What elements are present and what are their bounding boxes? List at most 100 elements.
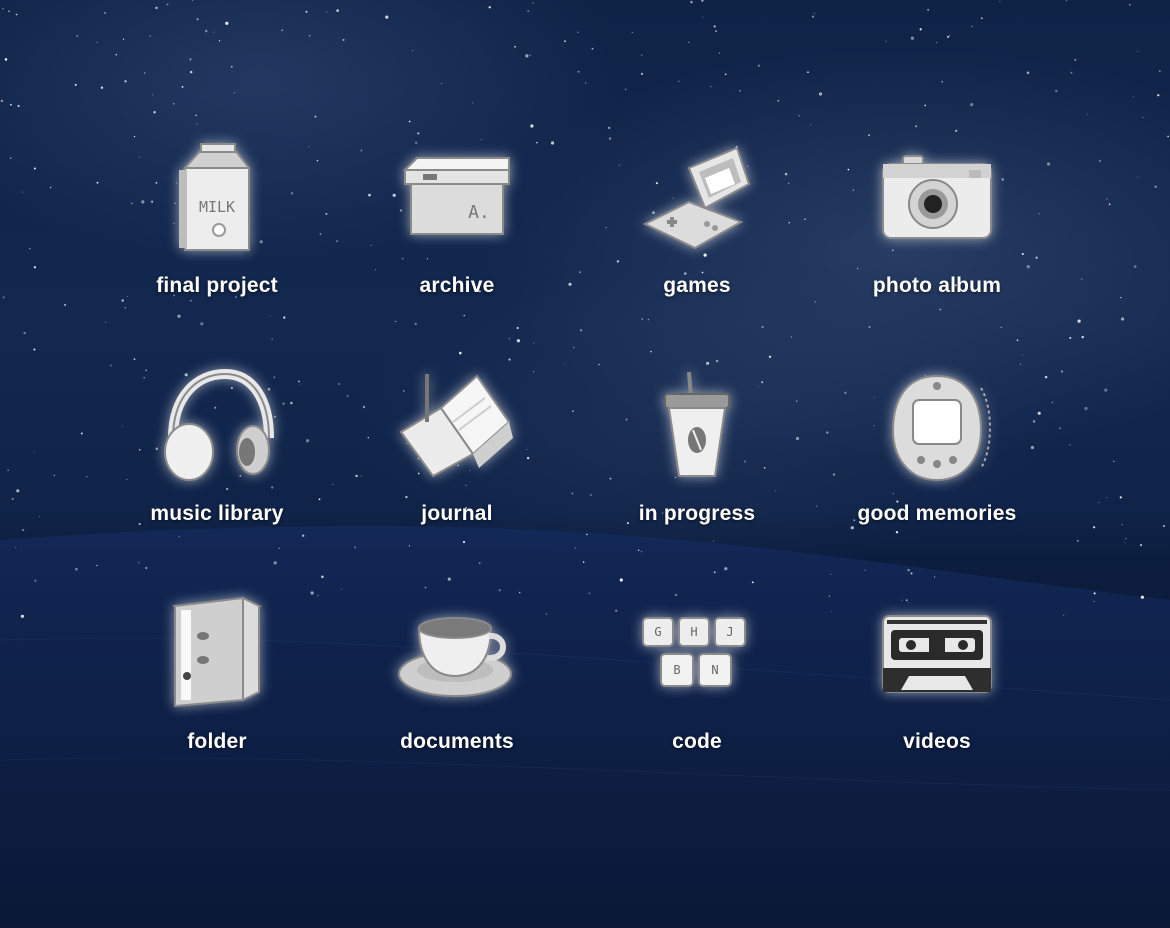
key-b-label: B [673, 663, 680, 677]
star [591, 47, 594, 50]
star [598, 363, 600, 366]
star [999, 0, 1001, 2]
star [933, 576, 936, 578]
star [86, 476, 88, 478]
star [234, 92, 236, 94]
star [1108, 203, 1111, 206]
star [941, 80, 943, 83]
star [314, 115, 317, 118]
desktop-item-videos[interactable]: videos [837, 596, 1037, 776]
star [459, 351, 462, 355]
desktop-item-journal[interactable]: journal [357, 368, 557, 548]
desktop-item-documents[interactable]: documents [357, 596, 557, 776]
desktop-item-music-library[interactable]: music library [117, 368, 317, 548]
star [815, 505, 818, 507]
star [568, 282, 572, 286]
star [1086, 114, 1088, 115]
star [508, 358, 511, 361]
star [1137, 50, 1139, 52]
star [1080, 278, 1083, 280]
star [804, 218, 806, 220]
star [412, 50, 414, 52]
star [33, 348, 36, 351]
star [530, 124, 534, 128]
desktop-item-games[interactable]: games [597, 140, 797, 320]
star [488, 6, 491, 9]
star [516, 327, 519, 329]
star [1077, 540, 1079, 542]
star [225, 21, 229, 25]
star [96, 41, 98, 44]
star [341, 588, 343, 590]
star [424, 586, 427, 589]
key-j-label: J [726, 625, 733, 639]
key-n-label: N [711, 663, 718, 677]
desktop-item-in-progress[interactable]: in progress [597, 368, 797, 548]
star [710, 85, 712, 88]
star [1167, 135, 1169, 138]
star [1139, 544, 1143, 547]
star [15, 547, 17, 549]
star [1092, 526, 1096, 529]
star [1055, 89, 1058, 93]
star [16, 489, 20, 493]
star [830, 573, 832, 575]
star [336, 9, 339, 12]
star [790, 336, 793, 338]
star [868, 134, 871, 137]
star [22, 191, 23, 193]
star [514, 45, 516, 48]
desktop-item-folder[interactable]: folder [117, 596, 317, 776]
star [122, 38, 125, 40]
star [573, 347, 575, 349]
desktop-item-archive[interactable]: A. archive [357, 140, 557, 320]
star [1106, 198, 1108, 200]
star [2, 7, 4, 10]
star [516, 339, 521, 343]
star [1037, 411, 1041, 415]
star [936, 41, 938, 43]
star [75, 567, 78, 571]
star [417, 132, 420, 135]
star [346, 394, 349, 397]
star [715, 359, 719, 363]
star [1120, 296, 1122, 299]
desktop-item-final-project[interactable]: MILK final project [117, 140, 317, 320]
star [713, 571, 716, 574]
star [577, 31, 579, 34]
star [529, 54, 531, 56]
virtual-pet-icon [877, 368, 997, 488]
star [110, 364, 112, 367]
item-label: final project [156, 274, 278, 297]
star [447, 577, 451, 581]
keyboard-keys-icon: G H J B N [637, 596, 757, 716]
star [8, 10, 10, 12]
star [1081, 335, 1084, 339]
star [1133, 265, 1137, 268]
star [440, 82, 443, 85]
star [305, 10, 308, 13]
star [166, 3, 169, 6]
star [574, 547, 576, 549]
star [1020, 363, 1022, 365]
star [807, 71, 809, 74]
star [336, 240, 339, 243]
star [2, 296, 5, 299]
camera-icon [877, 140, 997, 260]
star [133, 358, 136, 360]
star [564, 364, 566, 366]
desktop-item-code[interactable]: G H J B N code [597, 596, 797, 776]
star [189, 58, 192, 61]
desktop-item-good-memories[interactable]: good memories [837, 368, 1037, 548]
star [1093, 600, 1095, 602]
star [885, 40, 887, 42]
star [181, 85, 184, 88]
star [138, 561, 140, 564]
star [1051, 401, 1054, 404]
item-label: folder [187, 730, 247, 753]
desktop-item-photo-album[interactable]: photo album [837, 140, 1037, 320]
star [810, 124, 812, 126]
star [1157, 94, 1160, 97]
star [586, 533, 588, 536]
star [1047, 162, 1051, 166]
